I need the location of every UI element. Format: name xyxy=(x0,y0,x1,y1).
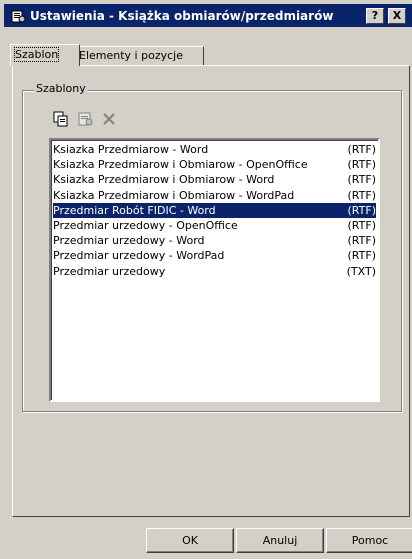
cancel-button[interactable]: Anuluj xyxy=(236,528,324,553)
copy-icon[interactable] xyxy=(52,110,70,128)
list-item-name: Przedmiar urzedowy - WordPad xyxy=(53,249,225,263)
close-button[interactable]: X xyxy=(388,8,406,24)
list-item-format: (RTF) xyxy=(347,188,376,202)
list-item-format: (RTF) xyxy=(347,219,376,232)
list-item[interactable]: Przedmiar urzedowy (TXT) xyxy=(53,264,376,279)
tab-szablon-label: Szablon xyxy=(13,47,60,62)
help-title-button[interactable]: ? xyxy=(366,8,384,24)
list-item-name: Przedmiar urzedowy - Word xyxy=(53,234,205,248)
list-item[interactable]: Przedmiar Robót FIDIC - Word (RTF) xyxy=(53,202,376,218)
list-item[interactable]: Ksiazka Przedmiarow i Obmiarow - WordPad… xyxy=(53,188,376,203)
list-item[interactable]: Przedmiar urzedowy - WordPad (RTF) xyxy=(53,248,376,263)
list-item-format: (TXT) xyxy=(346,264,376,278)
templates-group-label: Szablony xyxy=(34,82,88,95)
title-bar[interactable]: Ustawienia - Książka obmiarów/przedmiaró… xyxy=(4,4,412,27)
templates-toolbar xyxy=(52,110,118,128)
list-item-name: Przedmiar Robót FIDIC - Word xyxy=(53,203,216,217)
list-item-name: Ksiazka Przedmiarow i Obmiarow - WordPad xyxy=(53,188,295,202)
tab-szablon[interactable]: Szablon xyxy=(10,44,80,66)
list-item[interactable]: Przedmiar urzedowy - OpenOffice (RTF) xyxy=(53,218,376,233)
help-button[interactable]: Pomoc xyxy=(326,528,412,553)
tab-elementy-label: Elementy i pozycje xyxy=(79,49,183,62)
list-item-format: (RTF) xyxy=(347,234,376,248)
list-item-format: (RTF) xyxy=(347,158,376,172)
templates-list[interactable]: Ksiazka Przedmiarow - Word (RTF) Ksiazka P… xyxy=(49,138,380,402)
list-item-format: (RTF) xyxy=(347,173,376,187)
ok-button[interactable]: OK xyxy=(146,528,234,553)
list-item-name: Ksiazka Przedmiarow - Word xyxy=(53,143,209,156)
settings-window-icon xyxy=(11,10,26,22)
list-item-name: Przedmiar urzedowy - OpenOffice xyxy=(53,219,238,232)
list-item[interactable]: Ksiazka Przedmiarow - Word (RTF) xyxy=(53,142,376,157)
delete-icon[interactable] xyxy=(100,110,118,128)
list-item-format: (RTF) xyxy=(347,249,376,263)
list-item[interactable]: Przedmiar urzedowy - Word (RTF) xyxy=(53,233,376,248)
list-item-format: (RTF) xyxy=(347,143,376,156)
window-title: Ustawienia - Książka obmiarów/przedmiaró… xyxy=(30,8,334,23)
list-item-name: Ksiazka Przedmiarow i Obmiarow - OpenOff… xyxy=(53,158,308,172)
list-item-format: (RTF) xyxy=(347,203,376,217)
list-item[interactable]: Ksiazka Przedmiarow i Obmiarow - OpenOff… xyxy=(53,157,376,172)
list-item-name: Przedmiar urzedowy xyxy=(53,264,166,278)
tab-elementy-i-pozycje[interactable]: Elementy i pozycje xyxy=(74,46,204,65)
list-item[interactable]: Ksiazka Przedmiarow i Obmiarow - Word (RT… xyxy=(53,172,376,187)
list-item-name: Ksiazka Przedmiarow i Obmiarow - Word xyxy=(53,173,275,187)
settings-dialog: Ustawienia - Książka obmiarów/przedmiaró… xyxy=(0,0,412,559)
properties-icon[interactable] xyxy=(76,110,94,128)
